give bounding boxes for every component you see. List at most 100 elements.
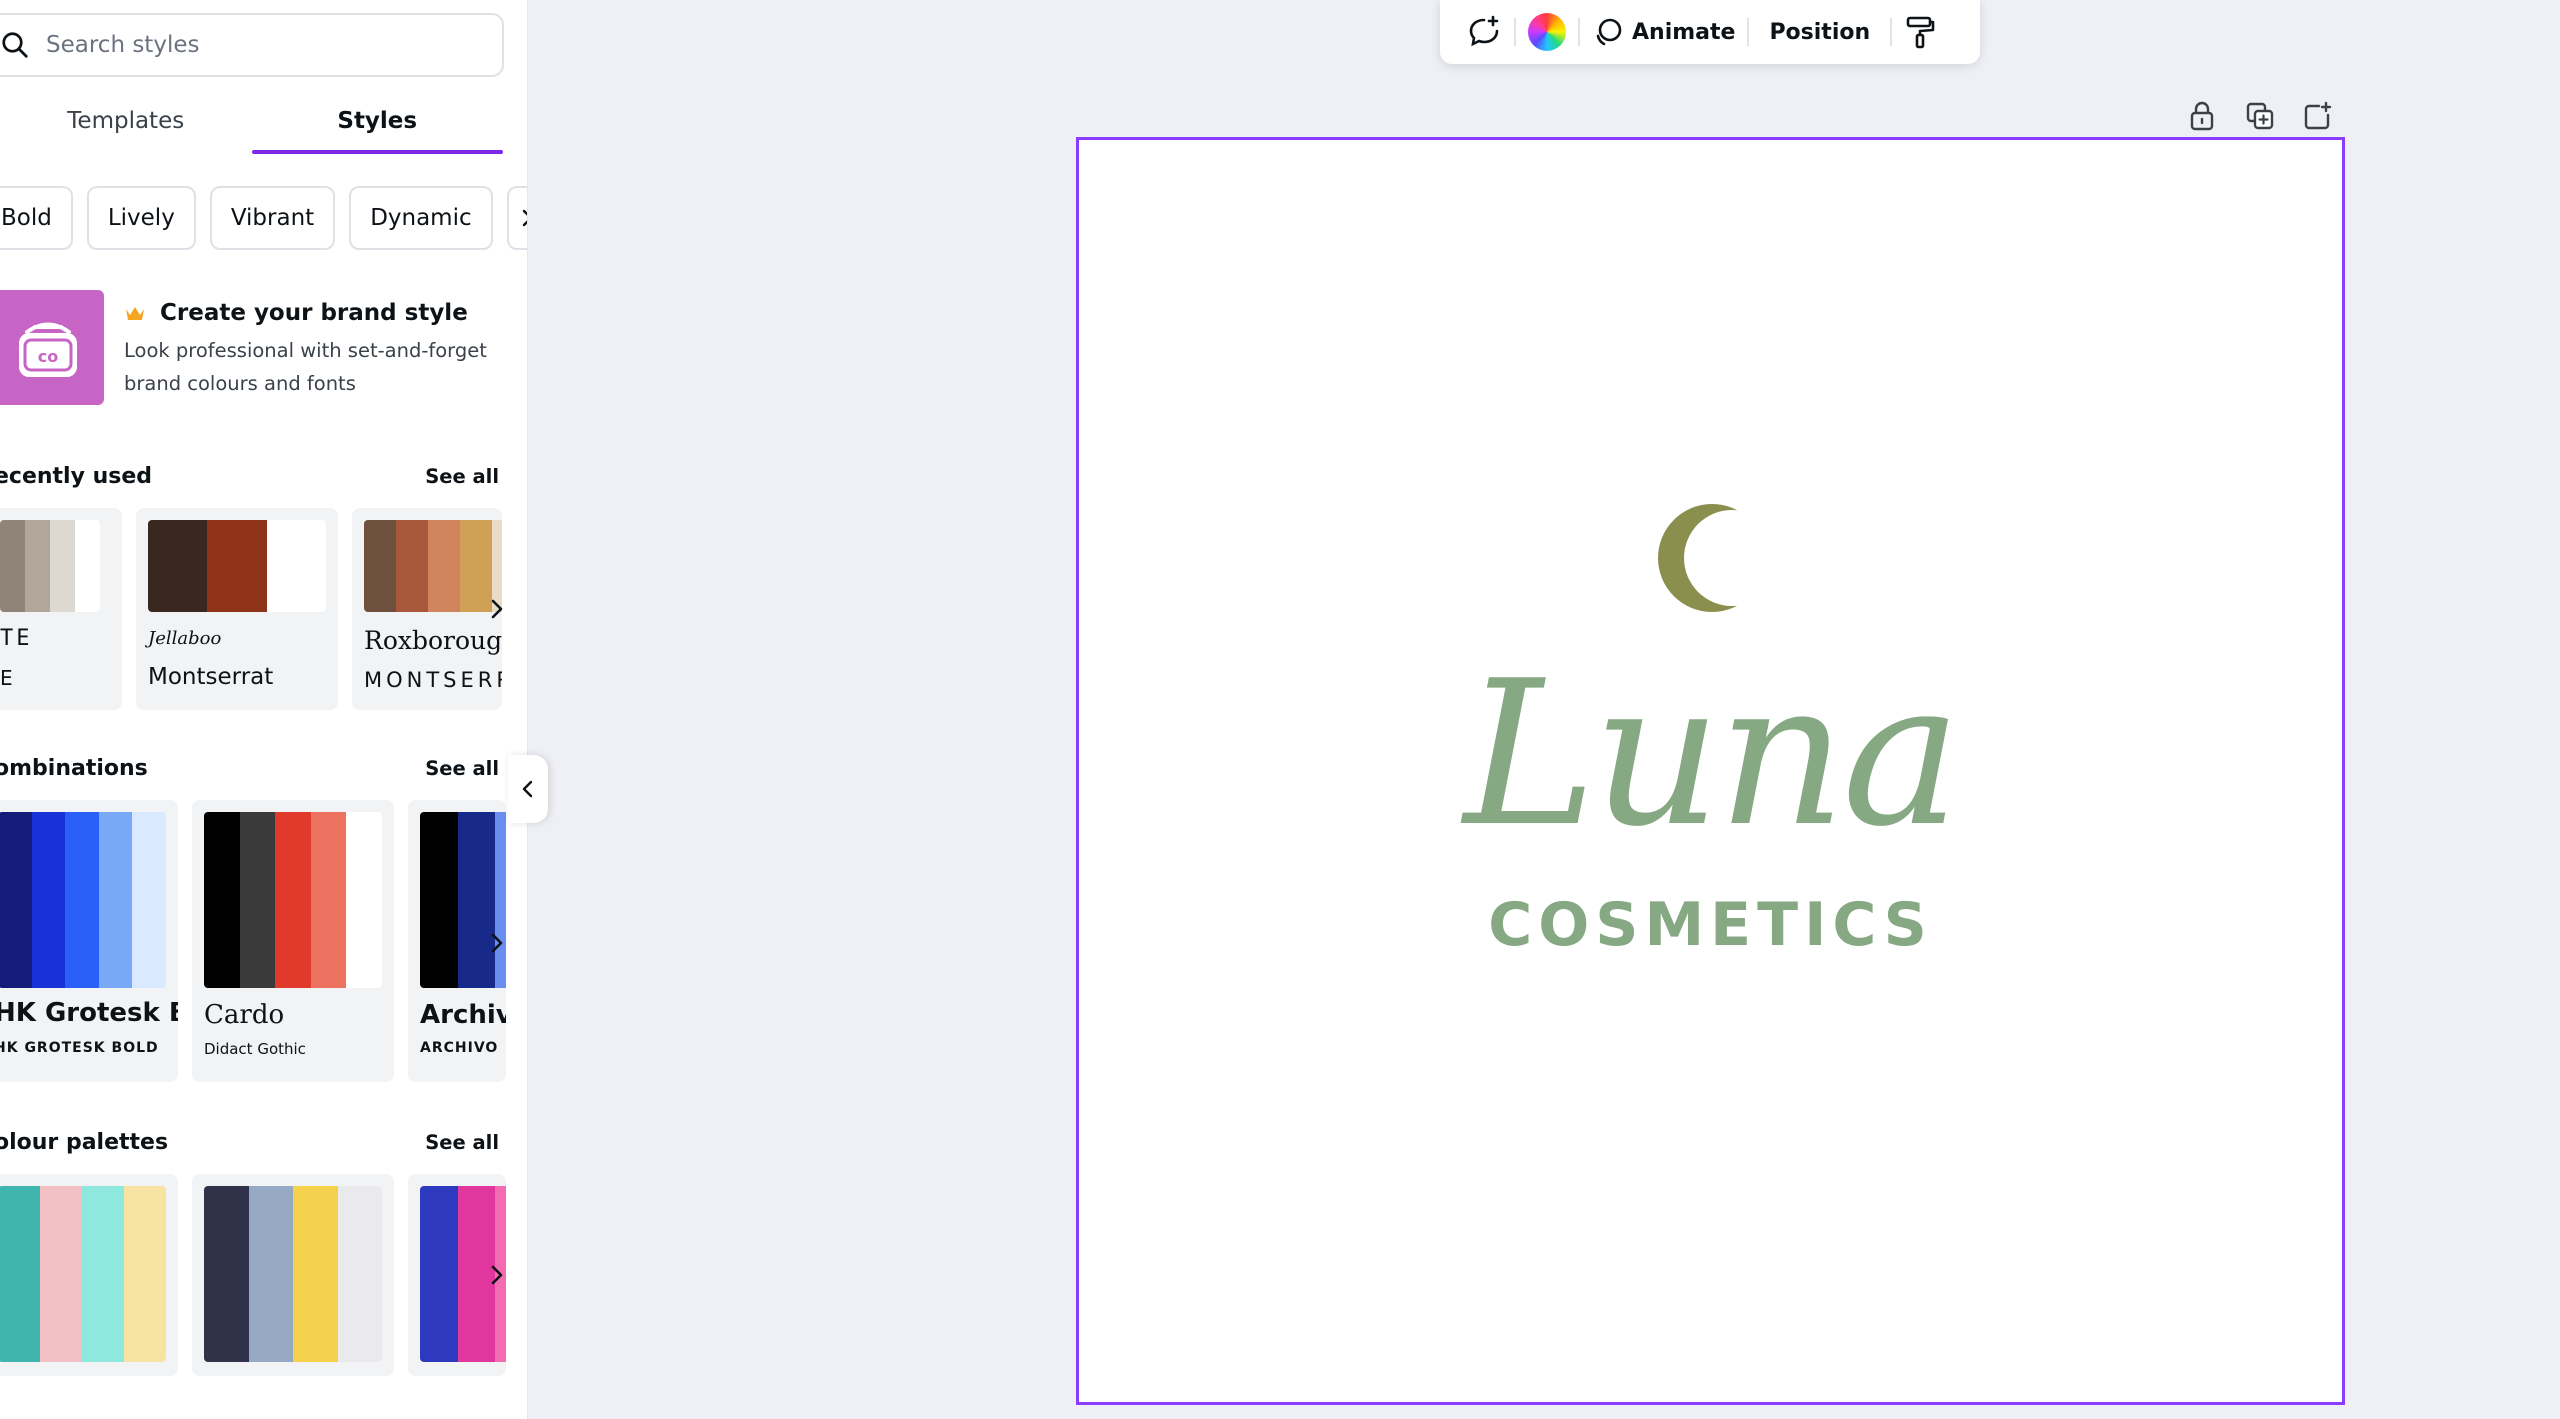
palette-swatches <box>0 520 100 612</box>
add-page-button[interactable] <box>2298 96 2338 136</box>
position-button[interactable]: Position <box>1749 8 1890 56</box>
chip-vibrant[interactable]: Vibrant <box>209 186 336 250</box>
recently-used-see-all[interactable]: See all <box>425 460 499 494</box>
font-preview-body: Montserrat <box>148 664 274 690</box>
search-input[interactable] <box>46 32 466 58</box>
color-swatch <box>346 812 382 988</box>
chip-bold[interactable]: Bold <box>0 186 73 250</box>
crescent-moon-icon[interactable] <box>1654 500 1764 620</box>
design-canvas[interactable]: Luna COSMETICS <box>1076 137 2345 1405</box>
recently-used-header: ecently used See all <box>0 460 503 494</box>
brand-subtitle-text[interactable]: COSMETICS <box>1079 890 2342 960</box>
color-swatch <box>428 520 460 612</box>
brand-kit-icon: co <box>19 322 77 377</box>
font-preview-body: E <box>0 666 13 690</box>
promo-title-text: Create your brand style <box>160 300 468 326</box>
recent-style-card[interactable]: TE E <box>0 508 122 710</box>
colour-palettes-see-all[interactable]: See all <box>425 1126 499 1160</box>
color-swatch <box>495 812 506 988</box>
chevron-right-icon <box>491 1265 503 1285</box>
combinations-header: ombinations See all <box>0 752 503 786</box>
palette-swatches <box>0 812 166 988</box>
color-swatch <box>204 1186 249 1362</box>
chips-next-button[interactable] <box>506 186 527 250</box>
font-preview-heading: TE <box>0 626 33 651</box>
chip-lively[interactable]: Lively <box>86 186 196 250</box>
combinations-next-button[interactable] <box>482 928 512 958</box>
tab-templates[interactable]: Templates <box>0 98 252 154</box>
lock-icon <box>2190 101 2214 131</box>
duplicate-page-button[interactable] <box>2240 96 2280 136</box>
promo-title: Create your brand style <box>124 300 468 326</box>
brand-name-text[interactable]: Luna <box>1079 645 2342 865</box>
animate-label: Animate <box>1632 19 1736 45</box>
font-preview-heading: Cardo <box>204 1000 285 1030</box>
duplicate-icon <box>2246 102 2274 130</box>
colour-palette-card[interactable] <box>192 1174 394 1376</box>
combinations-see-all[interactable]: See all <box>425 752 499 786</box>
animate-button[interactable]: Animate <box>1580 8 1747 56</box>
font-preview-heading: Archivo <box>420 1000 506 1030</box>
color-swatch <box>364 520 396 612</box>
color-swatch <box>0 520 25 612</box>
page-actions <box>2182 96 2338 136</box>
color-swatch <box>310 812 347 988</box>
section-title-recently-used: ecently used <box>0 464 153 489</box>
recently-used-next-button[interactable] <box>482 594 512 624</box>
styles-sidebar: Templates Styles Bold Lively Vibrant Dyn… <box>0 0 528 1419</box>
color-swatch <box>25 520 50 612</box>
brand-kit-tile: co <box>0 290 104 405</box>
collapse-panel-button[interactable] <box>508 755 548 823</box>
color-swatch <box>266 520 326 612</box>
font-preview-heading: HK Grotesk Bold <box>0 998 178 1028</box>
color-swatch <box>0 812 32 988</box>
search-box[interactable] <box>0 13 504 77</box>
combination-card[interactable]: HK Grotesk Bold HK GROTESK BOLD <box>0 800 178 1082</box>
color-swatch <box>50 520 75 612</box>
combination-card[interactable]: Cardo Didact Gothic <box>192 800 394 1082</box>
color-picker-button[interactable] <box>1516 8 1578 56</box>
color-swatch <box>31 812 66 988</box>
color-swatch <box>148 520 208 612</box>
color-swatch <box>396 520 428 612</box>
add-page-icon <box>2304 101 2332 130</box>
brand-style-promo[interactable]: co Create your brand style Look professi… <box>0 290 510 406</box>
animate-icon <box>1596 18 1622 46</box>
font-preview-heading: Roxborough <box>364 626 502 655</box>
section-title-colour-palettes: olour palettes <box>0 1130 169 1155</box>
palette-swatches <box>0 1186 166 1362</box>
add-comment-button[interactable] <box>1454 8 1514 56</box>
chevron-left-icon <box>522 780 533 798</box>
font-preview-heading: Jellaboo <box>148 628 222 649</box>
section-title-combinations: ombinations <box>0 756 148 781</box>
chevron-right-icon <box>491 933 503 953</box>
colour-palettes-header: olour palettes See all <box>0 1126 503 1160</box>
font-preview-body: Didact Gothic <box>204 1040 306 1058</box>
recent-style-card[interactable]: Jellaboo Montserrat <box>136 508 338 710</box>
sidebar-tabs: Templates Styles <box>0 98 503 154</box>
color-swatch <box>420 812 458 988</box>
chevron-right-icon <box>491 599 503 619</box>
color-swatch <box>239 812 276 988</box>
chip-dynamic[interactable]: Dynamic <box>349 186 493 250</box>
palette-swatches <box>148 520 326 612</box>
color-swatch <box>457 812 495 988</box>
palette-swatches <box>420 812 506 988</box>
color-swatch <box>132 812 166 988</box>
promo-description: Look professional with set-and-forget br… <box>124 339 487 395</box>
chevron-right-icon <box>522 209 527 227</box>
color-swatch <box>0 1186 40 1362</box>
colour-palettes-next-button[interactable] <box>482 1260 512 1290</box>
color-swatch <box>40 1186 82 1362</box>
style-filter-chips: Bold Lively Vibrant Dynamic <box>0 186 527 252</box>
colour-palette-card[interactable] <box>0 1174 178 1376</box>
color-swatch <box>248 1186 293 1362</box>
color-wheel-icon <box>1528 13 1566 51</box>
lock-page-button[interactable] <box>2182 96 2222 136</box>
font-preview-body: MONTSERRAT <box>364 668 502 692</box>
brand-kit-tile-text: co <box>38 347 58 366</box>
color-swatch <box>204 812 240 988</box>
tab-styles[interactable]: Styles <box>251 98 504 154</box>
copy-style-button[interactable] <box>1892 8 1948 56</box>
recent-style-card[interactable]: Roxborough MONTSERRAT <box>352 508 502 710</box>
